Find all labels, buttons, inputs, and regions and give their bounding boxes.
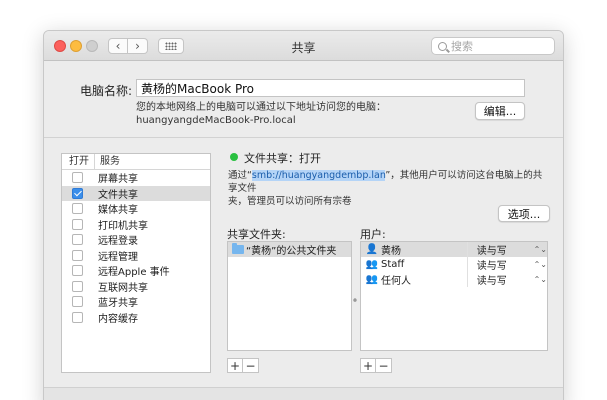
service-checkbox[interactable] [72,280,83,292]
service-checkbox[interactable] [72,203,83,215]
service-checkbox[interactable] [72,218,83,230]
service-checkbox[interactable] [72,234,83,246]
user-add-remove: + − [360,358,392,373]
service-row[interactable]: 屏幕共享 [62,170,210,186]
service-label: 媒体共享 [98,205,138,217]
computer-name-label: 电脑名称: [80,84,133,98]
service-label: 内容缓存 [98,313,138,325]
smb-address[interactable]: smb://huangyangdembp.lan [251,170,386,181]
user-name: 任何人 [380,276,411,287]
service-label: 远程管理 [98,251,138,263]
column-header-service: 服务 [100,156,120,167]
service-label: 远程登录 [98,236,138,248]
service-label: 蓝牙共享 [98,298,138,310]
service-row[interactable]: 互联网共享 [62,279,210,295]
address-description: 您的本地网络上的电脑可以通过以下地址访问您的电脑： huangyangdeMac… [136,101,386,127]
edit-button[interactable]: 编辑... [475,102,525,120]
info-prefix: 通过“ [228,170,252,181]
shared-folders-list: “黄杨”的公共文件夹 [227,241,352,351]
service-row[interactable]: 文件共享 [62,185,210,201]
service-row[interactable]: 媒体共享 [62,201,210,217]
local-hostname: huangyangdeMacBook-Pro.local [136,115,296,126]
computer-name-input[interactable] [136,79,525,97]
service-label: 屏幕共享 [98,174,138,186]
group-icon: 👥 [365,274,379,285]
titlebar: ‹ › 共享 搜索 [44,31,563,61]
service-checkbox[interactable] [72,296,83,308]
folder-icon [232,243,244,254]
services-header: 打开 服务 [62,154,210,170]
split-handle[interactable]: ⦁ [353,295,357,305]
info-line-2: 夹，管理员可以访问所有宗卷 [228,196,352,207]
search-placeholder: 搜索 [451,40,473,53]
remove-user-button[interactable]: − [376,358,392,373]
updown-arrow-icon[interactable]: ⌃⌄ [534,245,547,254]
person-icon: 👤 [365,244,379,255]
user-name: 黄杨 [380,246,401,257]
options-button[interactable]: 选项... [498,205,550,222]
service-label: 远程Apple 事件 [98,267,170,279]
status-on-icon [230,153,238,161]
permission-select[interactable]: 读与写 [474,272,534,287]
service-row[interactable]: 远程Apple 事件 [62,263,210,279]
column-separator [467,242,468,287]
updown-arrow-icon[interactable]: ⌃⌄ [534,275,547,284]
add-user-button[interactable]: + [360,358,376,373]
service-row[interactable]: 蓝牙共享 [62,294,210,310]
column-header-on: 打开 [62,154,95,169]
service-row[interactable]: 内容缓存 [62,310,210,326]
service-checkbox[interactable] [72,265,83,277]
file-sharing-info: 通过“smb://huangyangdembp.lan”，其他用户可以访问这台电… [228,169,550,208]
service-row[interactable]: 打印机共享 [62,217,210,233]
service-checkbox[interactable] [72,172,83,184]
service-label: 文件共享 [98,189,138,201]
service-row[interactable]: 远程管理 [62,248,210,264]
shared-folders-label: 共享文件夹: [227,228,286,241]
service-checkbox[interactable] [72,187,83,199]
updown-arrow-icon[interactable]: ⌃⌄ [534,260,547,269]
file-sharing-status: 文件共享：打开 [244,152,321,165]
users-label: 用户: [360,228,386,241]
group-icon: 👥 [365,259,379,270]
users-list: 👤 黄杨 读与写 ⌃⌄ 👥 Staff 读与写 ⌃⌄ 👥 任何人 读与写 ⌃⌄ [360,241,548,351]
remove-folder-button[interactable]: − [243,358,259,373]
service-label: 互联网共享 [98,282,148,294]
service-label: 打印机共享 [98,220,148,232]
service-checkbox[interactable] [72,249,83,261]
search-field[interactable]: 搜索 [431,37,555,55]
search-icon [438,41,447,51]
add-folder-button[interactable]: + [227,358,243,373]
user-name: Staff [380,259,405,270]
user-row[interactable]: 👥 任何人 读与写 ⌃⌄ [361,272,547,287]
sharing-window: ‹ › 共享 搜索 电脑名称: 您的本地网络上的电脑可以通过以下地址访问您的电脑… [43,30,564,400]
bottom-bar [44,387,563,400]
user-row[interactable]: 👥 Staff 读与写 ⌃⌄ [361,257,547,272]
folder-add-remove: + − [227,358,259,373]
user-row[interactable]: 👤 黄杨 读与写 ⌃⌄ [361,242,547,257]
shared-folder-name: “黄杨”的公共文件夹 [246,246,337,257]
permission-select[interactable]: 读与写 [474,257,534,272]
permission-select[interactable]: 读与写 [474,242,534,257]
address-description-line: 您的本地网络上的电脑可以通过以下地址访问您的电脑： [136,102,386,113]
services-list: 打开 服务 屏幕共享文件共享媒体共享打印机共享远程登录远程管理远程Apple 事… [61,153,211,373]
shared-folder-row[interactable]: “黄杨”的公共文件夹 [228,242,351,257]
divider [44,137,563,138]
service-row[interactable]: 远程登录 [62,232,210,248]
service-checkbox[interactable] [72,311,83,323]
